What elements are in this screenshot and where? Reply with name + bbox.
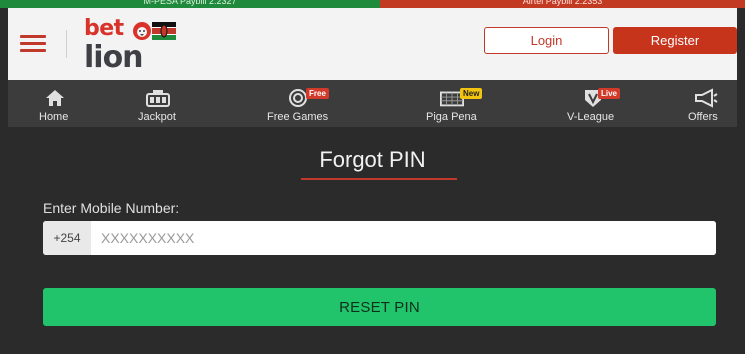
register-button[interactable]: Register <box>613 27 737 54</box>
live-badge: Live <box>598 88 621 99</box>
jackpot-icon <box>146 90 170 107</box>
mpesa-paybill-banner: M-PESA Paybill 2.2327 <box>0 0 380 8</box>
nav-label-home: Home <box>39 111 69 123</box>
nav-item-jackpot[interactable]: Jackpot <box>130 80 186 127</box>
nav-item-v-league[interactable]: Live V-League <box>563 80 623 127</box>
nav-item-free-games[interactable]: Free Free Games <box>263 80 333 127</box>
forgot-pin-panel: Forgot PIN Enter Mobile Number: +254 RES… <box>8 127 737 354</box>
nav-label-piga-pena: Piga Pena <box>426 111 477 123</box>
logo-word-lion: lion <box>84 40 144 75</box>
nav-item-piga-pena[interactable]: New Piga Pena <box>423 80 483 127</box>
nav-item-home[interactable]: Home <box>30 80 80 127</box>
login-button[interactable]: Login <box>484 27 609 54</box>
site-header: bet lion Login Register <box>8 8 737 80</box>
main-nav: Home Jackpot Free Free Games New Piga Pe… <box>8 80 737 127</box>
megaphone-icon <box>695 88 718 108</box>
header-divider <box>66 30 67 58</box>
nav-label-v-league: V-League <box>567 111 615 123</box>
nav-label-offers: Offers <box>688 111 718 123</box>
betlion-logo[interactable]: bet lion <box>84 14 184 76</box>
nav-item-offers[interactable]: Offers <box>684 80 728 127</box>
free-badge: Free <box>306 88 329 99</box>
mobile-number-label: Enter Mobile Number: <box>43 200 180 216</box>
reset-pin-button[interactable]: RESET PIN <box>43 288 716 326</box>
menu-icon[interactable] <box>20 35 48 53</box>
new-badge: New <box>460 88 483 99</box>
free-games-icon <box>289 89 307 107</box>
nav-label-free-games: Free Games <box>267 111 329 123</box>
mobile-number-input[interactable] <box>91 221 716 255</box>
mobile-number-field: +254 <box>43 221 716 255</box>
country-code-prefix: +254 <box>43 221 91 255</box>
home-icon <box>46 90 64 106</box>
page-title: Forgot PIN <box>319 147 426 172</box>
logo-word-bet: bet <box>84 16 124 41</box>
kenya-flag-icon <box>152 22 176 40</box>
payment-info-strip: M-PESA Paybill 2.2327 Airtel Paybill 2.2… <box>0 0 745 8</box>
lion-head-icon <box>133 22 151 40</box>
title-underline <box>301 178 457 180</box>
nav-label-jackpot: Jackpot <box>138 111 176 123</box>
airtel-paybill-banner: Airtel Paybill 2.2353 <box>380 0 745 8</box>
